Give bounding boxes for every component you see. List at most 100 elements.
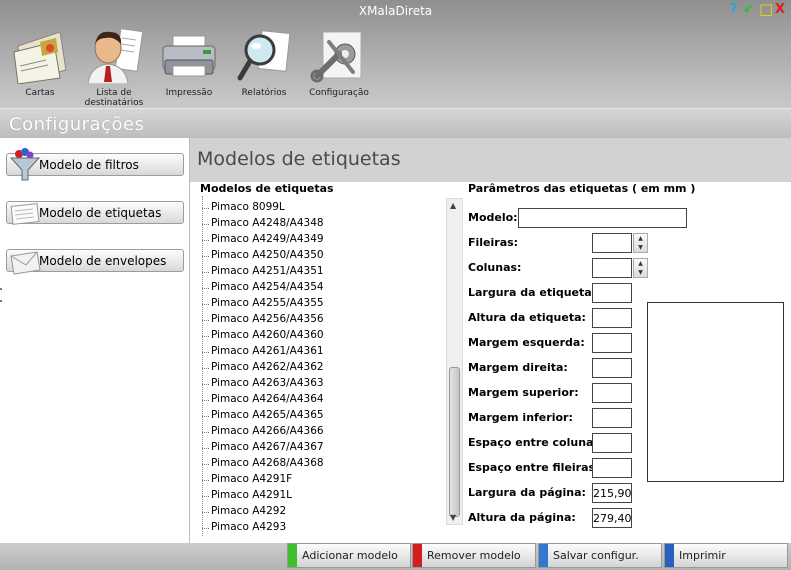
param-label: Altura da página: bbox=[468, 511, 576, 524]
label-preview bbox=[647, 302, 784, 482]
tree-branch bbox=[202, 448, 209, 449]
param-input[interactable] bbox=[592, 333, 632, 353]
maximize-icon[interactable]: □ bbox=[759, 0, 773, 18]
spinner-stepper[interactable]: ▲ ▼ bbox=[633, 233, 648, 253]
template-item[interactable]: Pimaco A4291F bbox=[211, 473, 292, 485]
tree-branch bbox=[202, 336, 209, 337]
template-item[interactable]: Pimaco A4254/A4354 bbox=[211, 281, 324, 293]
envelope-letters-icon bbox=[13, 31, 67, 84]
scroll-down-icon[interactable]: ▼ bbox=[450, 513, 456, 522]
toolbar-label: Configuração bbox=[309, 88, 369, 98]
action-button[interactable]: Imprimir bbox=[664, 543, 788, 568]
template-item[interactable]: Pimaco A4266/A4366 bbox=[211, 425, 324, 437]
toolbar-cartas[interactable]: Cartas bbox=[4, 26, 76, 98]
toolbar-label: Impressão bbox=[165, 88, 213, 98]
param-input[interactable] bbox=[592, 308, 632, 328]
template-item[interactable]: Pimaco A4293 bbox=[211, 521, 286, 533]
tree-branch bbox=[202, 304, 209, 305]
param-input[interactable] bbox=[592, 283, 632, 303]
button-color-bar bbox=[665, 544, 674, 567]
template-item[interactable]: Pimaco A4292 bbox=[211, 505, 286, 517]
toolbar-configuracao[interactable]: Configuração bbox=[303, 26, 375, 98]
list-scrollbar[interactable]: ▲ ▼ bbox=[446, 198, 463, 525]
section-title: Configurações bbox=[9, 114, 145, 135]
toolbar-impressao[interactable]: Impressão bbox=[153, 26, 225, 98]
edge-marker bbox=[0, 300, 2, 302]
toolbar-relatorios[interactable]: Relatórios bbox=[228, 26, 300, 98]
template-item[interactable]: Pimaco A4267/A4367 bbox=[211, 441, 324, 453]
param-input[interactable] bbox=[592, 258, 632, 278]
sidebar-item-etiquetas[interactable]: Modelo de etiquetas bbox=[6, 201, 184, 225]
envelope-icon bbox=[10, 251, 41, 275]
tree-branch bbox=[202, 432, 209, 433]
template-item[interactable]: Pimaco A4291L bbox=[211, 489, 292, 501]
edge-marker bbox=[0, 288, 2, 290]
toolbar-label: Cartas bbox=[25, 88, 55, 98]
list-heading: Modelos de etiquetas bbox=[200, 182, 334, 195]
param-input[interactable] bbox=[592, 458, 632, 478]
filter-funnel-icon bbox=[9, 148, 41, 181]
printer-icon bbox=[162, 35, 216, 77]
toolbar-lista-destinatarios[interactable]: Lista de destinatários bbox=[78, 26, 150, 108]
param-input[interactable]: 279,40 bbox=[592, 508, 632, 528]
sidebar-item-filtros[interactable]: Modelo de filtros bbox=[6, 148, 184, 181]
magnifier-report-icon bbox=[237, 30, 291, 81]
template-item[interactable]: Pimaco A4249/A4349 bbox=[211, 233, 324, 245]
help-icon[interactable]: ? bbox=[730, 2, 738, 17]
param-label: Espaço entre colunas: bbox=[468, 436, 605, 449]
template-item[interactable]: Pimaco A4255/A4355 bbox=[211, 297, 324, 309]
tree-branch bbox=[202, 320, 209, 321]
param-label: Margem esquerda: bbox=[468, 336, 585, 349]
template-item[interactable]: Pimaco A4263/A4363 bbox=[211, 377, 324, 389]
title-bar: XMalaDireta ? ↙ □ X Cartas Lista de dest… bbox=[0, 0, 791, 108]
param-input[interactable]: 215,90 bbox=[592, 483, 632, 503]
param-label: Margem direita: bbox=[468, 361, 568, 374]
action-button[interactable]: Adicionar modelo bbox=[287, 543, 411, 568]
param-input[interactable] bbox=[592, 433, 632, 453]
tree-branch bbox=[202, 224, 209, 225]
param-label: Margem superior: bbox=[468, 386, 579, 399]
templates-tree[interactable]: Pimaco 8099L Pimaco A4248/A4348 Pimaco A42… bbox=[192, 196, 444, 540]
modelo-input[interactable] bbox=[518, 208, 687, 228]
labels-sheet-icon bbox=[10, 203, 40, 225]
main-header: Modelos de etiquetas bbox=[190, 138, 791, 182]
spinner-stepper[interactable]: ▲ ▼ bbox=[633, 258, 648, 278]
scroll-up-icon[interactable]: ▲ bbox=[450, 201, 456, 210]
sidebar-item-label: Modelo de envelopes bbox=[39, 254, 167, 268]
sidebar-item-label: Modelo de etiquetas bbox=[39, 206, 162, 220]
template-item[interactable]: Pimaco A4256/A4356 bbox=[211, 313, 324, 325]
action-button-label: Imprimir bbox=[679, 549, 726, 562]
param-label: Colunas: bbox=[468, 261, 522, 274]
scroll-thumb[interactable] bbox=[449, 367, 460, 517]
template-item[interactable]: Pimaco A4264/A4364 bbox=[211, 393, 324, 405]
wrench-settings-icon bbox=[310, 31, 362, 83]
tree-branch bbox=[202, 528, 209, 529]
template-item[interactable]: Pimaco A4262/A4362 bbox=[211, 361, 324, 373]
template-item[interactable]: Pimaco A4268/A4368 bbox=[211, 457, 324, 469]
template-item[interactable]: Pimaco A4248/A4348 bbox=[211, 217, 324, 229]
tree-branch bbox=[202, 464, 209, 465]
sidebar-item-envelopes[interactable]: Modelo de envelopes bbox=[6, 249, 184, 275]
app-title: XMalaDireta bbox=[358, 4, 433, 18]
template-item[interactable]: Pimaco A4265/A4365 bbox=[211, 409, 324, 421]
param-label: Largura da página: bbox=[468, 486, 586, 499]
template-item[interactable]: Pimaco A4260/A4360 bbox=[211, 329, 324, 341]
template-item[interactable]: Pimaco 8099L bbox=[211, 201, 285, 213]
tree-branch bbox=[202, 416, 209, 417]
param-input[interactable] bbox=[592, 383, 632, 403]
template-item[interactable]: Pimaco A4251/A4351 bbox=[211, 265, 324, 277]
param-input[interactable] bbox=[592, 233, 632, 253]
minimize-icon[interactable]: ↙ bbox=[743, 2, 754, 17]
template-item[interactable]: Pimaco A4261/A4361 bbox=[211, 345, 324, 357]
action-button[interactable]: Salvar configur. bbox=[538, 543, 662, 568]
param-input[interactable] bbox=[592, 408, 632, 428]
tree-branch bbox=[202, 480, 209, 481]
close-icon[interactable]: X bbox=[775, 2, 785, 17]
action-button[interactable]: Remover modelo bbox=[412, 543, 536, 568]
action-button-label: Salvar configur. bbox=[553, 549, 639, 562]
param-input[interactable] bbox=[592, 358, 632, 378]
template-item[interactable]: Pimaco A4250/A4350 bbox=[211, 249, 324, 261]
tree-branch bbox=[202, 368, 209, 369]
button-color-bar bbox=[413, 544, 422, 567]
tree-branch bbox=[202, 400, 209, 401]
